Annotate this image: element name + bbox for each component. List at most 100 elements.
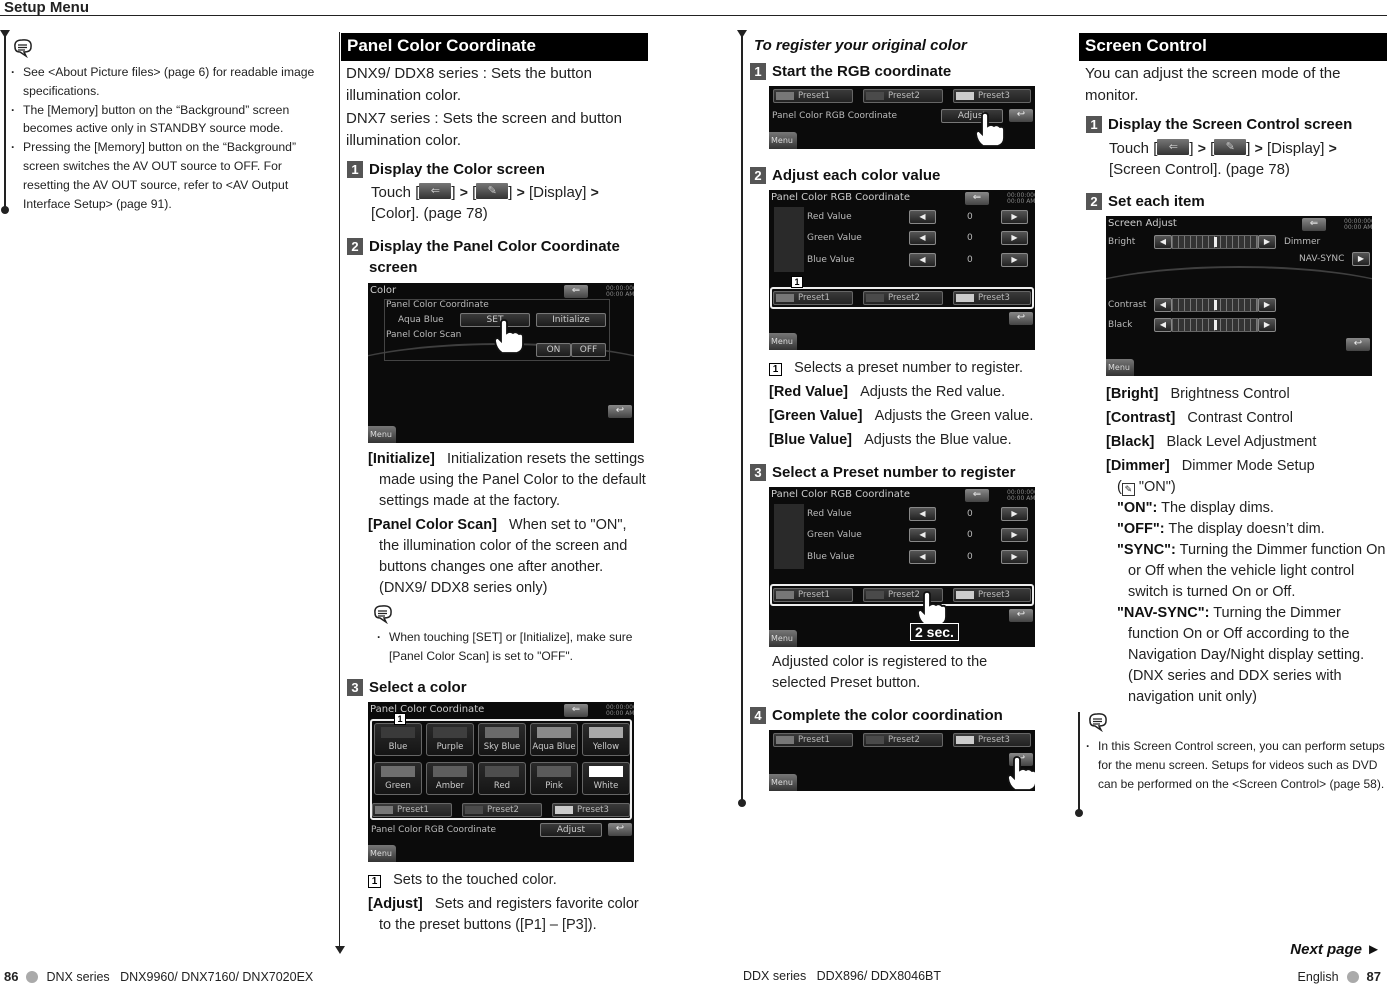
red-decrease-button[interactable]: ◀: [909, 507, 936, 521]
blue-decrease-button[interactable]: ◀: [909, 550, 936, 564]
red-value: 0: [967, 509, 973, 519]
screen-clock: 00:00:000000:00 AM: [1344, 218, 1372, 231]
dimmer-option: "OFF": The display doesn’t dim.: [1117, 521, 1325, 537]
green-value-description: [Green Value] Adjusts the Green value.: [769, 408, 1034, 424]
contrast-decrease-button[interactable]: ◀: [1154, 298, 1172, 312]
screen-control-intro: You can adjust the screen mode of the mo…: [1085, 65, 1341, 104]
blue-increase-button[interactable]: ▶: [1001, 550, 1028, 564]
menu-button[interactable]: Menu: [769, 333, 797, 350]
screen-clock: 00:00:0000 00:00 AM: [606, 285, 634, 298]
page-number-right: 87: [1366, 969, 1381, 984]
adjust-button[interactable]: Adjust: [540, 823, 602, 837]
setup-button-icon: ✎: [1214, 139, 1247, 155]
select-color-screen-mockup: Panel Color Coordinate ⇐ 00:00:000000:00…: [368, 702, 634, 862]
red-increase-button[interactable]: ▶: [1001, 210, 1028, 224]
blue-value: 0: [967, 552, 973, 562]
screen-title: Panel Color RGB Coordinate: [771, 489, 910, 500]
menu-button[interactable]: Menu: [368, 426, 396, 443]
return-button[interactable]: ↩: [1009, 312, 1033, 325]
slider-knob[interactable]: [1213, 237, 1217, 247]
preset-2-button[interactable]: Preset2: [863, 89, 943, 103]
blue-value-label: Blue Value: [807, 552, 855, 562]
preset-2-button[interactable]: Preset2: [863, 733, 943, 747]
black-increase-button[interactable]: ▶: [1258, 318, 1276, 332]
preset-1-button[interactable]: Preset1: [773, 89, 853, 103]
bright-decrease-button[interactable]: ◀: [1154, 235, 1172, 249]
black-decrease-button[interactable]: ◀: [1154, 318, 1172, 332]
blue-decrease-button[interactable]: ◀: [909, 253, 936, 267]
return-button[interactable]: ↩: [608, 405, 632, 418]
register-step-1-heading: 1 Start the RGB coordinate: [750, 61, 951, 82]
touch-hand-icon: [494, 319, 524, 354]
rgb-descriptions: 1 Selects a preset number to register. […: [769, 358, 1054, 454]
menu-button[interactable]: Menu: [368, 845, 396, 862]
dimmer-default: (✎ "ON"): [1117, 479, 1176, 496]
step-2-heading: 2 Display the Panel Color Coordinate scr…: [347, 236, 647, 278]
bright-slider[interactable]: [1172, 235, 1258, 249]
return-button[interactable]: ↩: [1009, 109, 1033, 122]
scan-on-button[interactable]: ON: [536, 343, 571, 357]
green-decrease-button[interactable]: ◀: [909, 528, 936, 542]
preset-1-button[interactable]: Preset1: [773, 733, 853, 747]
red-increase-button[interactable]: ▶: [1001, 507, 1028, 521]
black-slider[interactable]: [1172, 318, 1258, 332]
menu-button[interactable]: Menu: [769, 630, 797, 647]
slider-knob[interactable]: [1213, 300, 1217, 310]
panel-color-intro-1: DNX9/ DDX8 series : Sets the button illu…: [346, 65, 592, 104]
blue-value-label: Blue Value: [807, 255, 855, 265]
color-preview-swatch: [774, 504, 804, 569]
back-button[interactable]: ⇐: [965, 192, 989, 205]
dimmer-options-list: "ON": The display dims. "OFF": The displa…: [1106, 498, 1386, 708]
rgb-coordinate-label: Panel Color RGB Coordinate: [371, 825, 497, 835]
menu-button[interactable]: Menu: [769, 774, 797, 791]
adjust-description: [Adjust] Sets and registers favorite col…: [368, 896, 639, 933]
red-value-label: Red Value: [807, 509, 852, 519]
red-decrease-button[interactable]: ◀: [909, 210, 936, 224]
step-label: Set each item: [1108, 193, 1205, 210]
back-button[interactable]: ⇐: [564, 285, 588, 298]
contrast-description: [Contrast] Contrast Control: [1106, 410, 1293, 426]
preset-3-button[interactable]: Preset3: [953, 733, 1031, 747]
dimmer-option: "NAV-SYNC": Turning the Dimmer function …: [1117, 605, 1365, 705]
return-button[interactable]: ↩: [1009, 609, 1033, 622]
black-description: [Black] Black Level Adjustment: [1106, 434, 1317, 450]
contrast-slider[interactable]: [1172, 298, 1258, 312]
rgb-coordinate-label: Panel Color RGB Coordinate: [772, 111, 898, 121]
flow-line: [4, 32, 6, 210]
preset-3-button[interactable]: Preset3: [953, 89, 1031, 103]
slider-knob[interactable]: [1213, 320, 1217, 330]
callout-1: 1: [791, 276, 803, 288]
arrow-icon: >: [516, 184, 525, 200]
back-button[interactable]: ⇐: [564, 704, 588, 717]
dimmer-next-button[interactable]: ▶: [1352, 252, 1370, 266]
hold-duration-badge: 2 sec.: [910, 623, 959, 641]
back-button[interactable]: ⇐: [965, 489, 989, 502]
screen-title: Screen Adjust: [1108, 218, 1177, 229]
callout-1: 1: [394, 713, 406, 725]
bright-increase-button[interactable]: ▶: [1258, 235, 1276, 249]
contrast-label: Contrast: [1108, 300, 1147, 310]
green-decrease-button[interactable]: ◀: [909, 231, 936, 245]
screen-clock: 00:00:000000:00 AM: [1007, 489, 1035, 502]
scan-off-button[interactable]: OFF: [571, 343, 606, 357]
rgb-preset-screen-mockup: Panel Color RGB Coordinate ⇐ 00:00:00000…: [769, 487, 1035, 647]
green-increase-button[interactable]: ▶: [1001, 528, 1028, 542]
page-number-left: 86: [4, 969, 19, 984]
register-step-3-result: Adjusted color is registered to the sele…: [772, 654, 988, 691]
continue-arrow-icon: [335, 946, 345, 954]
highlight-frame: [770, 584, 1034, 606]
menu-button[interactable]: Menu: [769, 132, 797, 149]
return-button[interactable]: ↩: [608, 823, 632, 836]
return-button[interactable]: ↩: [1346, 338, 1370, 351]
blue-increase-button[interactable]: ▶: [1001, 253, 1028, 267]
step-label: Select a color: [369, 679, 467, 696]
green-increase-button[interactable]: ▶: [1001, 231, 1028, 245]
menu-button[interactable]: Menu: [1106, 359, 1134, 376]
back-button[interactable]: ⇐: [1302, 218, 1326, 231]
bright-description: [Bright] Brightness Control: [1106, 386, 1290, 402]
contrast-increase-button[interactable]: ▶: [1258, 298, 1276, 312]
step-1-instructions: Touch [⇐] > [✎] > [Display] > [Color]. (…: [371, 183, 599, 222]
next-page-link[interactable]: Next page ►: [1290, 941, 1381, 958]
color-screen-mockup: Color ⇐ 00:00:0000 00:00 AM Panel Color …: [368, 283, 634, 443]
initialize-button[interactable]: Initialize: [536, 313, 606, 327]
